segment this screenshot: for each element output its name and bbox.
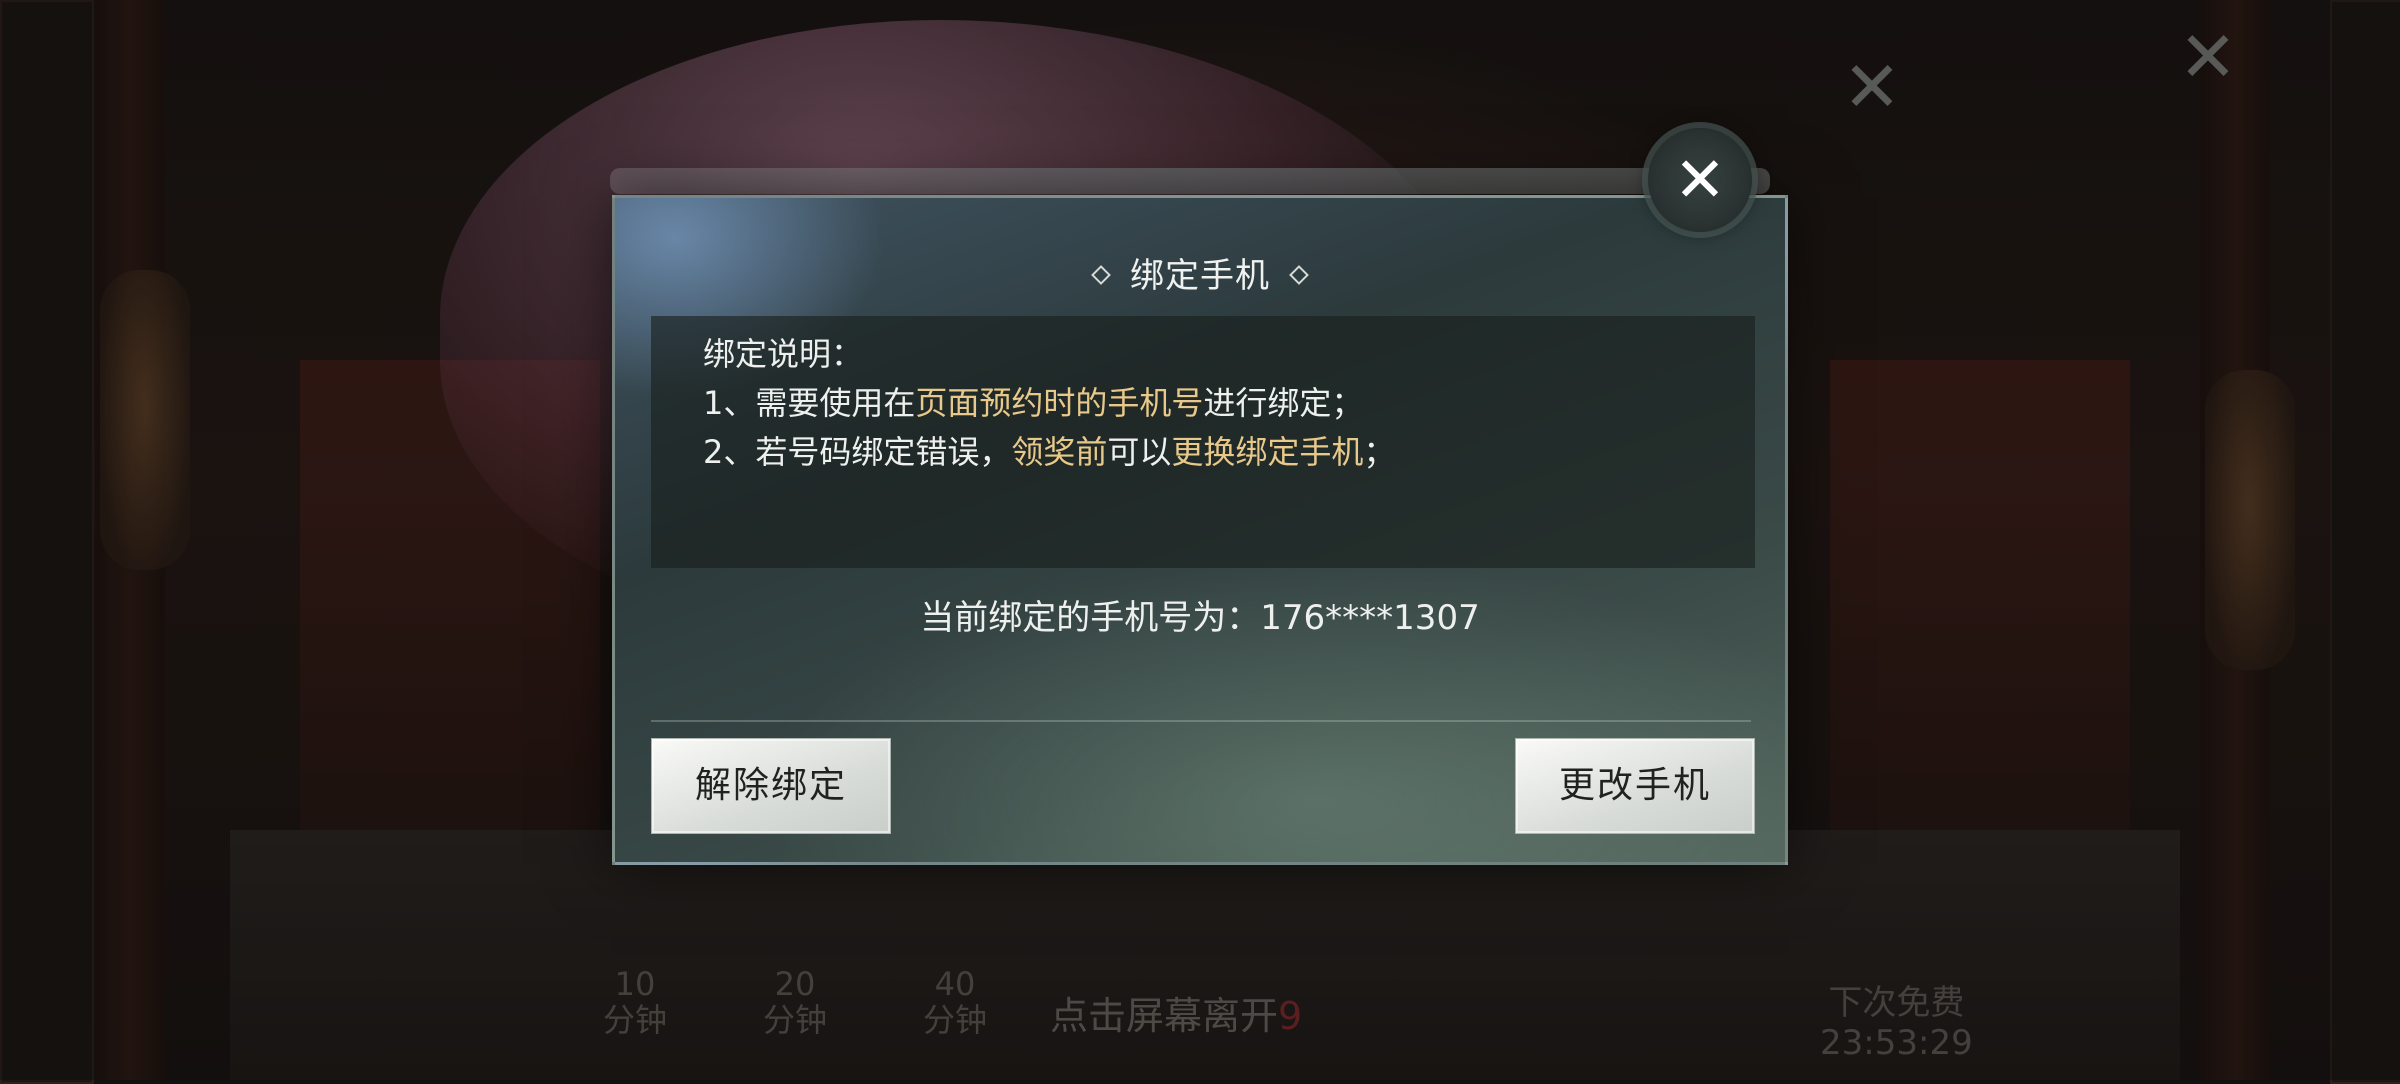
instruction-text: 进行绑定； <box>1203 384 1364 422</box>
bind-phone-dialog: 绑定手机 绑定说明： 1、需要使用在页面预约时的手机号进行绑定； 2、若号码绑定… <box>612 195 1788 865</box>
instruction-highlight: 领奖前 <box>1011 433 1108 471</box>
diamond-icon <box>1289 264 1309 285</box>
dialog-title-text: 绑定手机 <box>1130 256 1270 296</box>
binding-instructions: 绑定说明： 1、需要使用在页面预约时的手机号进行绑定； 2、若号码绑定错误，领奖… <box>651 316 1755 568</box>
divider <box>651 720 1751 722</box>
current-phone-number: 当前绑定的手机号为：176****1307 <box>920 598 1480 638</box>
instruction-text: 可以 <box>1107 433 1172 471</box>
dialog-title: 绑定手机 <box>615 248 1785 297</box>
dialog-close-button[interactable]: ✕ <box>1648 128 1752 232</box>
instruction-text: 2、若号码绑定错误， <box>703 433 1012 471</box>
diamond-icon <box>1091 264 1111 285</box>
instruction-line-1: 1、需要使用在页面预约时的手机号进行绑定； <box>703 379 1703 428</box>
unbind-button[interactable]: 解除绑定 <box>651 738 891 834</box>
instruction-text: 1、需要使用在 <box>703 384 916 422</box>
instruction-line-2: 2、若号码绑定错误，领奖前可以更换绑定手机； <box>703 428 1703 477</box>
instructions-heading: 绑定说明： <box>703 335 864 373</box>
dialog-top-ornament <box>610 168 1770 194</box>
instruction-text: ； <box>1363 433 1396 471</box>
close-icon: ✕ <box>1674 143 1726 216</box>
change-phone-button[interactable]: 更改手机 <box>1515 738 1755 834</box>
instruction-highlight: 更换绑定手机 <box>1171 433 1364 471</box>
instruction-highlight: 页面预约时的手机号 <box>915 384 1204 422</box>
